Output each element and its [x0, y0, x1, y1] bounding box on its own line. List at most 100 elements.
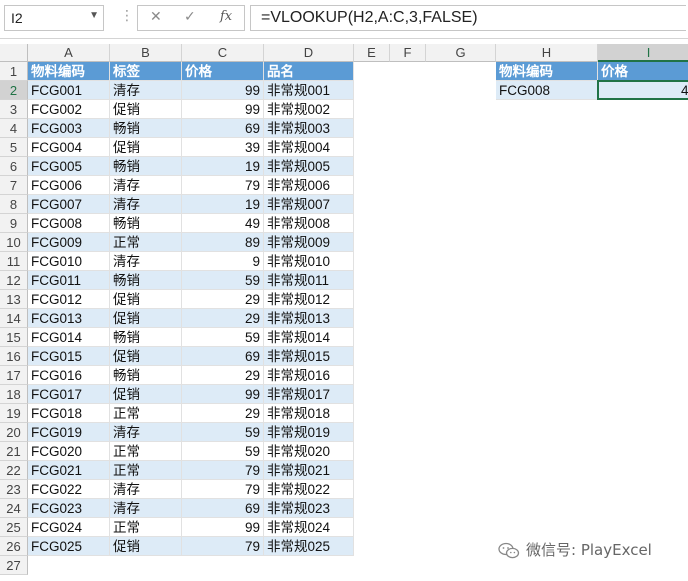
table-cell[interactable]: 清存 [110, 176, 182, 195]
lookup-key-cell[interactable]: FCG008 [496, 81, 598, 100]
table-cell[interactable]: FCG022 [28, 480, 110, 499]
cancel-icon[interactable]: ✕ [150, 9, 162, 25]
table-cell[interactable]: FCG021 [28, 461, 110, 480]
chevron-down-icon[interactable]: ▼ [89, 10, 99, 21]
table-cell[interactable]: 99 [182, 100, 264, 119]
table-cell[interactable]: 79 [182, 480, 264, 499]
row-header-12[interactable]: 12 [0, 271, 28, 290]
table-cell[interactable]: 非常规019 [264, 423, 354, 442]
name-box[interactable]: I2 ▼ [4, 5, 104, 31]
table-cell[interactable]: 99 [182, 518, 264, 537]
row-header-3[interactable]: 3 [0, 100, 28, 119]
row-header-18[interactable]: 18 [0, 385, 28, 404]
table-cell[interactable]: 正常 [110, 518, 182, 537]
row-header-16[interactable]: 16 [0, 347, 28, 366]
row-header-9[interactable]: 9 [0, 214, 28, 233]
row-header-13[interactable]: 13 [0, 290, 28, 309]
table-cell[interactable]: 非常规008 [264, 214, 354, 233]
enter-icon[interactable]: ✓ [184, 9, 196, 25]
table-cell[interactable]: 清存 [110, 81, 182, 100]
column-header-d[interactable]: D [264, 44, 354, 62]
column-header-h[interactable]: H [496, 44, 598, 62]
table-cell[interactable]: 59 [182, 271, 264, 290]
table-cell[interactable]: 非常规004 [264, 138, 354, 157]
table-cell[interactable]: 非常规005 [264, 157, 354, 176]
row-header-6[interactable]: 6 [0, 157, 28, 176]
table-cell[interactable]: FCG014 [28, 328, 110, 347]
table-cell[interactable]: 促销 [110, 309, 182, 328]
column-header-a[interactable]: A [28, 44, 110, 62]
table-cell[interactable]: 非常规022 [264, 480, 354, 499]
row-header-24[interactable]: 24 [0, 499, 28, 518]
table-cell[interactable]: 非常规014 [264, 328, 354, 347]
table-cell[interactable]: 畅销 [110, 366, 182, 385]
row-header-4[interactable]: 4 [0, 119, 28, 138]
row-header-22[interactable]: 22 [0, 461, 28, 480]
table-cell[interactable]: 19 [182, 157, 264, 176]
table-cell[interactable]: 畅销 [110, 119, 182, 138]
table-header-cell[interactable]: 物料编码 [28, 62, 110, 81]
table-cell[interactable]: 非常规010 [264, 252, 354, 271]
table-cell[interactable]: 清存 [110, 480, 182, 499]
table-cell[interactable]: FCG023 [28, 499, 110, 518]
table-cell[interactable]: FCG013 [28, 309, 110, 328]
column-header-c[interactable]: C [182, 44, 264, 62]
table-cell[interactable]: 非常规018 [264, 404, 354, 423]
row-header-21[interactable]: 21 [0, 442, 28, 461]
table-cell[interactable]: 59 [182, 442, 264, 461]
row-header-25[interactable]: 25 [0, 518, 28, 537]
table-cell[interactable]: FCG016 [28, 366, 110, 385]
table-cell[interactable]: FCG012 [28, 290, 110, 309]
table-cell[interactable]: 非常规024 [264, 518, 354, 537]
table-header-cell[interactable]: 价格 [182, 62, 264, 81]
table-cell[interactable]: 19 [182, 195, 264, 214]
table-cell[interactable]: 99 [182, 81, 264, 100]
table-cell[interactable]: 69 [182, 347, 264, 366]
table-cell[interactable]: FCG019 [28, 423, 110, 442]
table-cell[interactable]: 促销 [110, 347, 182, 366]
table-cell[interactable]: 非常规016 [264, 366, 354, 385]
table-cell[interactable]: 非常规021 [264, 461, 354, 480]
table-cell[interactable]: 79 [182, 461, 264, 480]
table-cell[interactable]: 99 [182, 385, 264, 404]
row-header-15[interactable]: 15 [0, 328, 28, 347]
table-cell[interactable]: 畅销 [110, 328, 182, 347]
table-cell[interactable]: 非常规013 [264, 309, 354, 328]
table-cell[interactable]: 清存 [110, 252, 182, 271]
table-cell[interactable]: 29 [182, 404, 264, 423]
row-header-20[interactable]: 20 [0, 423, 28, 442]
table-cell[interactable]: 正常 [110, 461, 182, 480]
row-header-1[interactable]: 1 [0, 62, 28, 81]
table-cell[interactable]: 正常 [110, 404, 182, 423]
insert-function-icon[interactable]: fx [220, 9, 232, 24]
row-header-7[interactable]: 7 [0, 176, 28, 195]
table-cell[interactable]: FCG006 [28, 176, 110, 195]
table-cell[interactable]: FCG011 [28, 271, 110, 290]
table-cell[interactable]: 39 [182, 138, 264, 157]
lookup-header-cell[interactable]: 物料编码 [496, 62, 598, 81]
row-header-14[interactable]: 14 [0, 309, 28, 328]
table-cell[interactable]: 89 [182, 233, 264, 252]
table-cell[interactable]: FCG025 [28, 537, 110, 556]
table-cell[interactable]: 29 [182, 366, 264, 385]
table-cell[interactable]: FCG020 [28, 442, 110, 461]
table-cell[interactable]: 非常规025 [264, 537, 354, 556]
row-header-26[interactable]: 26 [0, 537, 28, 556]
table-cell[interactable]: FCG017 [28, 385, 110, 404]
column-header-i[interactable]: I [598, 44, 688, 62]
table-cell[interactable]: 29 [182, 290, 264, 309]
formula-input[interactable]: =VLOOKUP(H2,A:C,3,FALSE) [250, 5, 686, 31]
table-cell[interactable]: 正常 [110, 442, 182, 461]
table-cell[interactable]: 非常规006 [264, 176, 354, 195]
table-cell[interactable]: FCG001 [28, 81, 110, 100]
column-header-g[interactable]: G [426, 44, 496, 62]
row-header-11[interactable]: 11 [0, 252, 28, 271]
column-header-b[interactable]: B [110, 44, 182, 62]
table-cell[interactable]: 59 [182, 328, 264, 347]
table-cell[interactable]: FCG007 [28, 195, 110, 214]
table-cell[interactable]: 非常规001 [264, 81, 354, 100]
table-cell[interactable]: FCG024 [28, 518, 110, 537]
row-header-27[interactable]: 27 [0, 556, 28, 575]
table-cell[interactable]: FCG004 [28, 138, 110, 157]
table-cell[interactable]: 畅销 [110, 271, 182, 290]
